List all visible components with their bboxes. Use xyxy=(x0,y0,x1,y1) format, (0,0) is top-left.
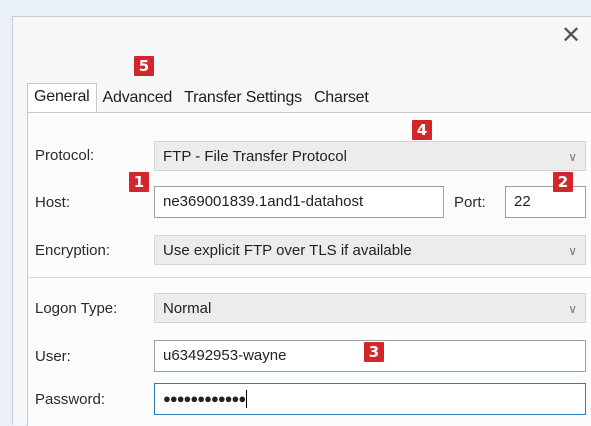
encryption-select[interactable]: Use explicit FTP over TLS if available ∨ xyxy=(154,235,586,265)
encryption-value: Use explicit FTP over TLS if available xyxy=(163,242,412,259)
logon-type-select[interactable]: Normal ∨ xyxy=(154,293,586,323)
port-label: Port: xyxy=(454,194,486,211)
tab-charset[interactable]: Charset xyxy=(308,85,375,113)
chevron-down-icon: ∨ xyxy=(568,302,577,316)
logon-type-value: Normal xyxy=(163,300,212,317)
tab-bar: General Advanced Transfer Settings Chars… xyxy=(27,79,375,114)
logon-type-label: Logon Type: xyxy=(35,300,118,317)
site-settings-window: ✕ General Advanced Transfer Settings Cha… xyxy=(12,16,591,426)
host-input[interactable]: ne369001839.1and1-datahost xyxy=(154,186,444,218)
tab-advanced[interactable]: Advanced xyxy=(97,85,179,113)
general-panel: Protocol: FTP - File Transfer Protocol ∨… xyxy=(27,112,591,426)
text-caret xyxy=(246,390,248,409)
callout-5: 5 xyxy=(134,56,154,76)
encryption-label: Encryption: xyxy=(35,242,111,259)
chevron-down-icon: ∨ xyxy=(568,244,577,258)
tab-general[interactable]: General xyxy=(27,83,97,114)
callout-2: 2 xyxy=(553,172,573,192)
password-label: Password: xyxy=(35,391,106,408)
host-label: Host: xyxy=(35,194,71,211)
callout-3: 3 xyxy=(364,342,384,362)
divider xyxy=(28,277,591,278)
protocol-value: FTP - File Transfer Protocol xyxy=(163,148,347,165)
tab-transfer-settings[interactable]: Transfer Settings xyxy=(178,85,308,113)
callout-4: 4 xyxy=(412,120,432,140)
callout-1: 1 xyxy=(129,172,149,192)
password-input[interactable]: ●●●●●●●●●●●● xyxy=(154,383,586,415)
protocol-select[interactable]: FTP - File Transfer Protocol ∨ xyxy=(154,141,586,171)
protocol-label: Protocol: xyxy=(35,147,95,164)
chevron-down-icon: ∨ xyxy=(568,150,577,164)
user-label: User: xyxy=(35,348,71,365)
close-icon[interactable]: ✕ xyxy=(558,23,584,49)
password-value: ●●●●●●●●●●●● xyxy=(163,391,246,406)
port-input[interactable]: 22 xyxy=(505,186,586,218)
